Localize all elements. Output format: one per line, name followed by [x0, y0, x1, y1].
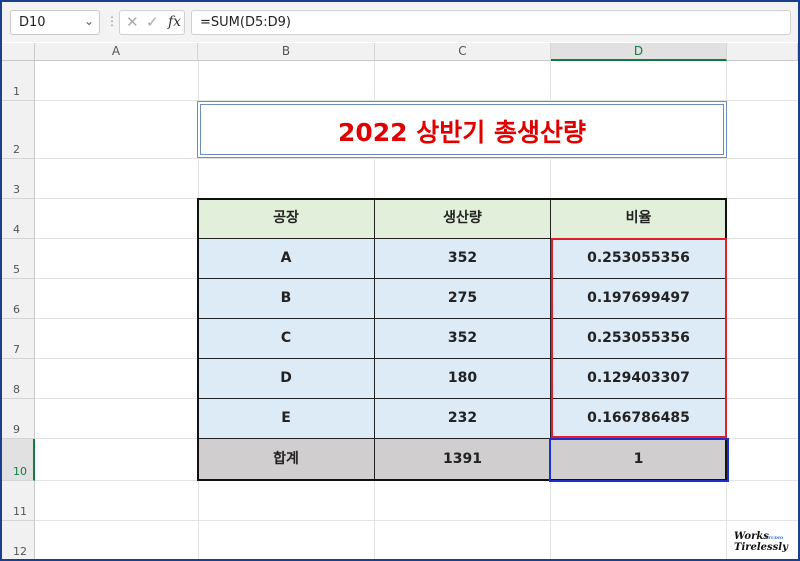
row-header-7[interactable]: 7: [2, 319, 35, 359]
header-cell-production[interactable]: 생산량: [375, 199, 551, 239]
watermark-logo: Works STUDIO Tirelessly: [734, 531, 792, 555]
table-cell[interactable]: A: [198, 239, 375, 279]
insert-function-icon[interactable]: fx: [168, 14, 181, 30]
watermark-small: STUDIO: [765, 535, 784, 540]
row-number: 2: [13, 143, 20, 156]
header-cell-factory[interactable]: 공장: [198, 199, 375, 239]
formula-bar: D10 ⌄ ⋮ ✕ ✓ fx =SUM(D5:D9): [2, 2, 798, 42]
total-ratio-cell[interactable]: 1: [551, 439, 727, 481]
watermark-line1: Works: [734, 531, 769, 542]
row-header-11[interactable]: 11: [2, 481, 35, 521]
cancel-icon[interactable]: ✕: [126, 13, 139, 31]
table-cell[interactable]: 0.253055356: [551, 319, 727, 359]
row-header-12[interactable]: 12: [2, 521, 35, 559]
title-cell[interactable]: 2022 상반기 총생산량: [197, 101, 727, 158]
formula-buttons: ✕ ✓ fx: [119, 10, 185, 35]
column-header-c[interactable]: C: [375, 43, 551, 61]
more-options-icon[interactable]: ⋮: [106, 14, 118, 28]
row-number: 12: [13, 545, 27, 558]
excel-window: D10 ⌄ ⋮ ✕ ✓ fx =SUM(D5:D9) A B C D 1 2 3…: [0, 0, 800, 561]
row-header-5[interactable]: 5: [2, 239, 35, 279]
table-cell[interactable]: B: [198, 279, 375, 319]
total-label-cell[interactable]: 합계: [198, 439, 375, 481]
column-header-d[interactable]: D: [551, 43, 727, 61]
row-header-8[interactable]: 8: [2, 359, 35, 399]
sheet-title: 2022 상반기 총생산량: [338, 118, 586, 147]
row-number: 11: [13, 505, 27, 518]
row-number: 1: [13, 85, 20, 98]
name-box[interactable]: D10 ⌄: [10, 10, 100, 35]
table-cell[interactable]: 232: [375, 399, 551, 439]
table-cell[interactable]: E: [198, 399, 375, 439]
name-box-value: D10: [19, 15, 46, 30]
row-header-1[interactable]: 1: [2, 61, 35, 101]
row-header-6[interactable]: 6: [2, 279, 35, 319]
select-all-corner[interactable]: [2, 43, 35, 61]
formula-text: =SUM(D5:D9): [200, 15, 291, 30]
table-cell[interactable]: C: [198, 319, 375, 359]
table-cell[interactable]: D: [198, 359, 375, 399]
enter-icon[interactable]: ✓: [146, 13, 159, 31]
formula-input[interactable]: =SUM(D5:D9): [191, 10, 791, 35]
header-cell-ratio[interactable]: 비율: [551, 199, 727, 239]
table-cell[interactable]: 352: [375, 239, 551, 279]
row-number: 3: [13, 183, 20, 196]
row-header-10[interactable]: 10: [2, 439, 35, 481]
table-cell[interactable]: 352: [375, 319, 551, 359]
gridline: [35, 158, 798, 159]
table-cell[interactable]: 0.166786485: [551, 399, 727, 439]
table-cell[interactable]: 275: [375, 279, 551, 319]
column-header-a[interactable]: A: [35, 43, 198, 61]
row-number: 8: [13, 383, 20, 396]
row-number: 7: [13, 343, 20, 356]
row-header-9[interactable]: 9: [2, 399, 35, 439]
row-number: 5: [13, 263, 20, 276]
column-header-e[interactable]: [727, 43, 798, 61]
chevron-down-icon[interactable]: ⌄: [84, 14, 94, 28]
row-header-4[interactable]: 4: [2, 199, 35, 239]
table-cell[interactable]: 180: [375, 359, 551, 399]
row-number: 6: [13, 303, 20, 316]
row-header-3[interactable]: 3: [2, 159, 35, 199]
row-number: 10: [13, 465, 27, 478]
gridline: [35, 520, 798, 521]
table-cell[interactable]: 0.197699497: [551, 279, 727, 319]
row-number: 4: [13, 223, 20, 236]
column-header-b[interactable]: B: [198, 43, 375, 61]
row-header-2[interactable]: 2: [2, 101, 35, 159]
watermark-line2: Tirelessly: [734, 542, 788, 553]
total-production-cell[interactable]: 1391: [375, 439, 551, 481]
table-cell[interactable]: 0.253055356: [551, 239, 727, 279]
table-cell[interactable]: 0.129403307: [551, 359, 727, 399]
row-number: 9: [13, 423, 20, 436]
